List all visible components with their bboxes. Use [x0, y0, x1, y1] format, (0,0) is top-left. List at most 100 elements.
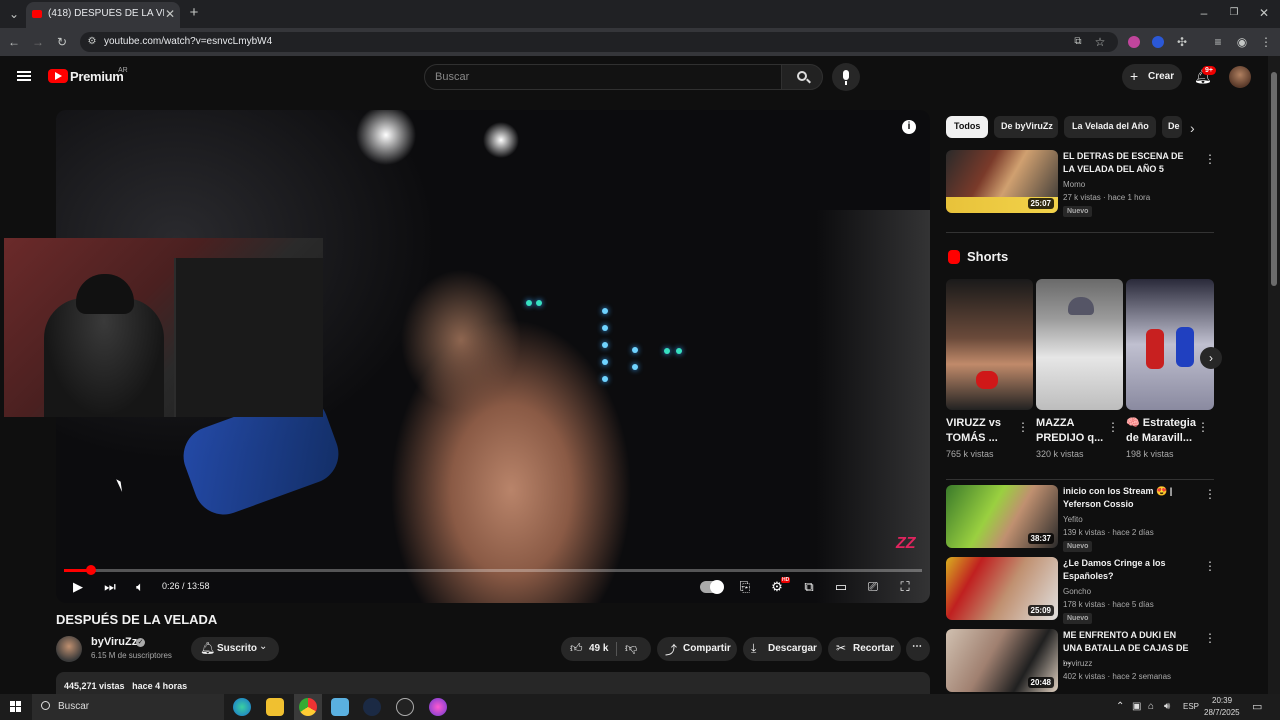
dislike-icon[interactable]: 👎︎ [625, 641, 637, 656]
search-button[interactable] [781, 64, 823, 90]
new-badge: Nuevo [1063, 541, 1093, 552]
chevron-right-icon[interactable]: › [1190, 120, 1195, 136]
tray-app-icon[interactable]: ▣ [1132, 701, 1141, 712]
short-title-1[interactable]: VIRUZZ vs TOMÁS ... [946, 416, 1016, 446]
short-thumbnail-1[interactable] [946, 279, 1033, 410]
new-tab-icon[interactable]: + [186, 5, 202, 20]
related-thumbnail[interactable]: 25:09 [946, 557, 1058, 620]
tab-search-icon[interactable]: ⌄ [6, 7, 22, 21]
steam-app-icon[interactable] [363, 698, 381, 716]
windows-start-icon[interactable] [10, 701, 22, 713]
chip-all[interactable]: Todos [946, 116, 988, 138]
fullscreen-icon[interactable]: ⛶ [895, 578, 915, 596]
tab-close-icon[interactable]: ✕ [162, 7, 178, 21]
more-vert-icon[interactable]: ⋮ [1197, 420, 1209, 434]
info-icon[interactable]: i [902, 120, 916, 134]
more-vert-icon[interactable]: ⋮ [1107, 420, 1119, 434]
hamburger-menu-icon[interactable] [17, 71, 31, 81]
app-icon[interactable] [331, 698, 349, 716]
channel-name[interactable]: byViruZz [91, 636, 137, 648]
more-vert-icon[interactable]: ⋮ [1204, 559, 1216, 573]
download-button[interactable]: ⤓ Descargar [743, 637, 822, 661]
taskbar-search-input[interactable]: Buscar [32, 694, 224, 720]
description-box[interactable]: 445,271 vistas hace 4 horas [56, 672, 930, 696]
like-count[interactable]: 49 k [589, 643, 608, 654]
shorts-next-icon[interactable]: › [1200, 347, 1222, 369]
miniplayer-icon[interactable]: ⧉ [799, 578, 819, 596]
progress-scrubber[interactable] [85, 565, 96, 575]
play-icon[interactable]: ▶ [68, 578, 88, 596]
edge-app-icon[interactable] [233, 698, 251, 716]
logo-text[interactable]: Premium [70, 69, 124, 84]
more-vert-icon[interactable]: ⋮ [1204, 152, 1216, 166]
channel-avatar[interactable] [56, 636, 82, 662]
profile-icon[interactable]: ◉ [1234, 35, 1250, 49]
search-input[interactable]: Buscar [424, 64, 782, 90]
short-title-2[interactable]: MAZZA PREDIJO q... [1036, 416, 1106, 446]
share-button[interactable]: ⤴ Compartir [657, 637, 737, 661]
cast-icon[interactable]: ⎚ [863, 578, 883, 596]
site-info-icon[interactable]: ⚙ [84, 35, 100, 49]
volume-tray-icon[interactable]: 🔊︎ [1164, 701, 1170, 712]
minimize-icon[interactable]: – [1196, 6, 1212, 20]
progress-bar[interactable] [64, 569, 922, 572]
install-icon[interactable]: ⧉ [1070, 35, 1086, 49]
more-actions-button[interactable]: ⋯ [906, 637, 930, 661]
chip-la-velada[interactable]: La Velada del Año [1064, 116, 1156, 138]
more-vert-icon[interactable]: ⋮ [1017, 420, 1029, 434]
related-title[interactable]: EL DETRAS DE ESCENA DE LA VELADA DEL AÑO… [1063, 150, 1197, 176]
browser-menu-icon[interactable]: ⋮ [1258, 35, 1274, 49]
chrome-app-icon[interactable] [299, 698, 317, 716]
reload-icon[interactable]: ↻ [54, 35, 70, 49]
youtube-logo-icon[interactable] [48, 69, 68, 83]
voice-search-button[interactable] [832, 63, 860, 91]
related-thumbnail[interactable]: 20:48 [946, 629, 1058, 692]
related-channel[interactable]: Momo [1063, 180, 1085, 189]
theater-mode-icon[interactable]: ▭ [831, 578, 851, 596]
clock-date[interactable]: 28/7/2025 [1204, 708, 1240, 717]
extensions-puzzle-icon[interactable]: ✣ [1174, 35, 1190, 49]
language-indicator[interactable]: ESP [1183, 702, 1199, 711]
like-icon[interactable]: 👍︎ [570, 641, 583, 656]
window-close-icon[interactable]: ✕ [1256, 6, 1272, 20]
extension-icon[interactable] [1128, 36, 1140, 48]
related-channel[interactable]: byviruzz [1063, 659, 1092, 668]
app-icon[interactable] [429, 698, 447, 716]
forward-icon[interactable]: → [30, 35, 46, 49]
app-icon[interactable] [396, 698, 414, 716]
extension-2-icon[interactable] [1152, 36, 1164, 48]
restore-icon[interactable]: ❐ [1226, 6, 1242, 20]
related-channel[interactable]: Goncho [1063, 587, 1091, 596]
notifications-center-icon[interactable]: ▭ [1252, 700, 1262, 713]
media-control-icon[interactable]: ≡ [1210, 35, 1226, 49]
subtitles-icon[interactable]: ⎘ [735, 578, 755, 596]
address-bar[interactable]: ⚙ youtube.com/watch?v=esnvcLmybW4 ⧉ ☆ [80, 32, 1118, 52]
more-vert-icon[interactable]: ⋮ [1204, 487, 1216, 501]
short-thumbnail-2[interactable] [1036, 279, 1123, 410]
related-title[interactable]: inicio con los Stream 😍 | Yeferson Cossi… [1063, 485, 1197, 511]
subscribed-button[interactable]: 🔔︎ Suscrito ⌄ [191, 637, 279, 661]
short-thumbnail-3[interactable] [1126, 279, 1214, 410]
chip-partial[interactable]: De [1162, 116, 1182, 138]
volume-icon[interactable]: 🔈︎ [130, 578, 150, 596]
related-channel[interactable]: Yefito [1063, 515, 1083, 524]
file-explorer-icon[interactable] [266, 698, 284, 716]
clock-time[interactable]: 20:39 [1212, 696, 1232, 705]
clip-button[interactable]: ✂ Recortar [828, 637, 901, 661]
create-button[interactable]: + Crear [1122, 64, 1182, 90]
related-thumbnail[interactable]: 25:07 [946, 150, 1058, 213]
short-title-3[interactable]: 🧠 Estrategia de Maravill... [1126, 416, 1196, 446]
more-vert-icon[interactable]: ⋮ [1204, 631, 1216, 645]
browser-tab[interactable]: (418) DESPUÉS DE LA VELADA ✕ [26, 2, 180, 28]
scrollbar-thumb[interactable] [1271, 72, 1277, 286]
tray-expand-icon[interactable]: ⌃ [1116, 701, 1124, 712]
autoplay-toggle[interactable] [700, 580, 724, 594]
next-icon[interactable]: ⏭︎ [100, 578, 120, 596]
related-thumbnail[interactable]: 38:37 [946, 485, 1058, 548]
chip-from-channel[interactable]: De byViruZz [994, 116, 1058, 138]
account-avatar[interactable] [1229, 66, 1251, 88]
bookmark-star-icon[interactable]: ☆ [1092, 35, 1108, 49]
network-icon[interactable]: ⌂ [1148, 701, 1154, 712]
related-title[interactable]: ¿Le Damos Cringe a los Españoles? [1063, 557, 1197, 583]
back-icon[interactable]: ← [6, 35, 22, 49]
